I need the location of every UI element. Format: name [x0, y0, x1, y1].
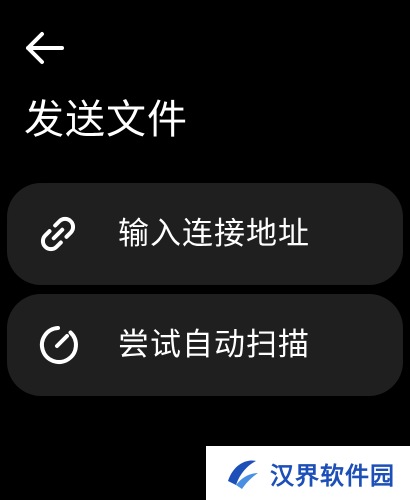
watermark-text: 汉界软件园	[270, 461, 395, 490]
page-title: 发送文件	[24, 97, 188, 143]
auto-scan-label: 尝试自动扫描	[118, 327, 310, 363]
link-icon	[35, 211, 81, 257]
logo-icon	[228, 460, 258, 489]
back-button[interactable]	[22, 28, 70, 68]
auto-scan-button[interactable]: 尝试自动扫描	[7, 294, 403, 396]
arrow-left-icon	[26, 32, 64, 64]
enter-address-button[interactable]: 输入连接地址	[7, 183, 403, 285]
watermark: 汉界软件园	[206, 446, 410, 500]
enter-address-label: 输入连接地址	[118, 216, 310, 252]
scan-icon	[35, 322, 81, 368]
